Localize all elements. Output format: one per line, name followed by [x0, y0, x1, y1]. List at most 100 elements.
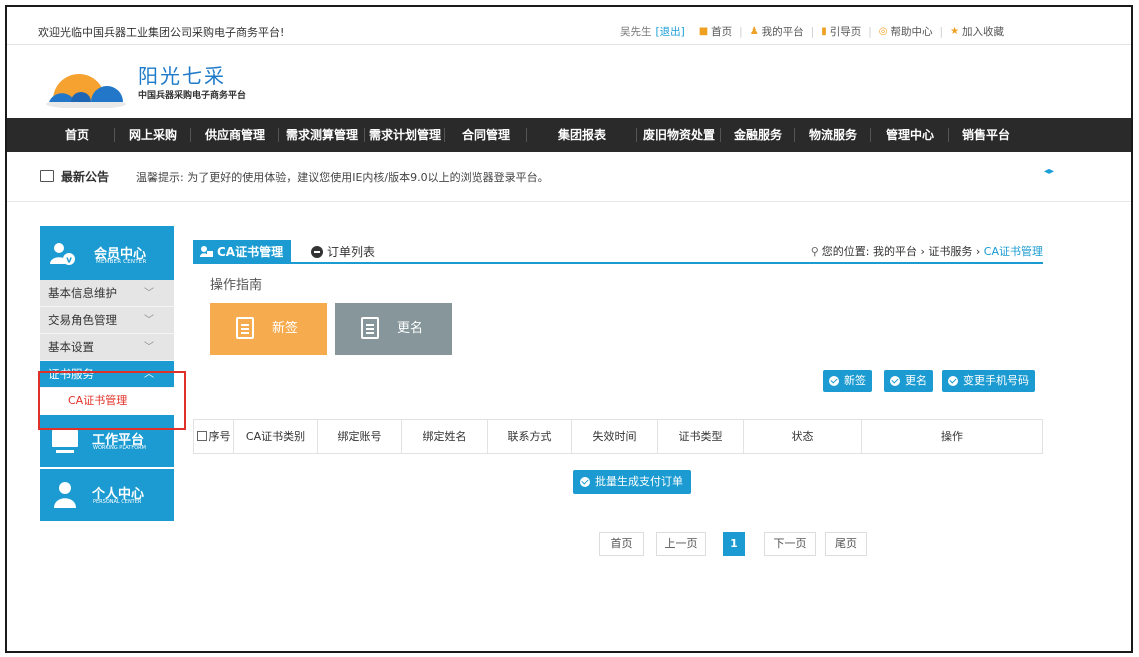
new-sign-small-label: 新签 [844, 374, 866, 387]
top-links: 吴先生 [退出] ■ 首页 | ♟ 我的平台 | ▮ 引导页 | ◎ 帮助中心 … [620, 24, 1004, 39]
chevron-down-icon: ﹀ [144, 342, 154, 353]
col-header-index: 序号 [194, 420, 234, 453]
minus-circle-icon [311, 246, 323, 258]
nav-item-demand-plan[interactable]: 需求计划管理 [365, 118, 445, 152]
nav-item-finance[interactable]: 金融服务 [721, 118, 795, 152]
page-first-button[interactable]: 首页 [599, 532, 644, 556]
sidebar-item-trade-role[interactable]: 交易角色管理 ﹀ [40, 307, 174, 334]
svg-text:v: v [66, 256, 72, 266]
nav-item-online-purchase[interactable]: 网上采购 [115, 118, 191, 152]
page-prev-button[interactable]: 上一页 [656, 532, 706, 556]
check-circle-icon [890, 376, 900, 386]
logout-link[interactable]: [退出] [656, 24, 685, 39]
monitor-icon [52, 430, 78, 453]
top-link-guide[interactable]: 引导页 [830, 24, 862, 39]
personal-center-sub: PERSONAL CENTER [93, 499, 142, 505]
col-header-account: 绑定账号 [318, 420, 402, 453]
personal-center-block[interactable]: 个人中心 PERSONAL CENTER [40, 467, 174, 521]
announcement-icon [40, 170, 54, 182]
notice-bar: 最新公告 温馨提示: 为了更好的使用体验，建议您使用IE内核/版本9.0以上的浏… [7, 152, 1131, 202]
main-nav: 首页 网上采购 供应商管理 需求测算管理 需求计划管理 合同管理 集团报表 废旧… [7, 118, 1131, 152]
col-header-cert-type: 证书类型 [658, 420, 744, 453]
select-all-checkbox[interactable] [196, 431, 207, 441]
col-index-label: 序号 [208, 430, 231, 443]
member-center-header[interactable]: v 会员中心 MEMBER CENTER [40, 226, 174, 280]
nav-item-contract[interactable]: 合同管理 [445, 118, 527, 152]
help-icon: ◎ [878, 26, 888, 37]
change-phone-button[interactable]: 变更手机号码 [942, 370, 1035, 392]
top-link-home[interactable]: 首页 [711, 24, 732, 39]
divider: | [810, 25, 815, 38]
star-icon: ★ [950, 26, 960, 37]
col-header-expire: 失效时间 [572, 420, 658, 453]
guide-icon: ▮ [821, 26, 827, 37]
cert-table-header: 序号 CA证书类别 绑定账号 绑定姓名 联系方式 失效时间 证书类型 状态 操作 [193, 419, 1043, 454]
batch-payment-label: 批量生成支付订单 [595, 475, 683, 488]
sidebar-item-label: 交易角色管理 [48, 313, 117, 327]
work-platform-sub: WORKING PLATFORM [93, 445, 146, 451]
nav-item-sales[interactable]: 销售平台 [949, 118, 1023, 152]
check-circle-icon [829, 376, 839, 386]
top-link-my-platform[interactable]: 我的平台 [762, 24, 804, 39]
nav-item-supplier[interactable]: 供应商管理 [191, 118, 279, 152]
location-pin-icon: ⚲ [810, 245, 819, 258]
col-header-actions: 操作 [941, 430, 963, 443]
page-last-button[interactable]: 尾页 [825, 532, 867, 556]
home-icon: ■ [698, 26, 709, 37]
col-header-status: 状态 [744, 420, 862, 453]
breadcrumb-current[interactable]: CA证书管理 [984, 245, 1043, 258]
notice-title: 最新公告 [61, 170, 110, 184]
logo-title: 阳光七采 [138, 64, 226, 88]
breadcrumb: ⚲ 您的位置: 我的平台 › 证书服务 › CA证书管理 [811, 243, 1043, 259]
person-icon [54, 482, 76, 508]
nav-item-demand-calc[interactable]: 需求测算管理 [279, 118, 365, 152]
nav-item-home[interactable]: 首页 [39, 118, 115, 152]
change-phone-label: 变更手机号码 [963, 374, 1029, 387]
new-sign-button[interactable]: 新签 [823, 370, 872, 392]
edit-document-icon [361, 317, 379, 339]
divider: | [939, 25, 944, 38]
divider: | [868, 25, 872, 38]
logo-subtitle: 中国兵器采购电子商务平台 [138, 91, 247, 101]
welcome-text: 欢迎光临中国兵器工业集团公司采购电子商务平台! [38, 26, 285, 39]
chevron-down-icon: ﹀ [144, 288, 154, 299]
nav-item-disposal[interactable]: 废旧物资处置 [637, 118, 721, 152]
rename-big-button[interactable]: 更名 [335, 303, 452, 355]
member-center-sub: MEMBER CENTER [96, 259, 147, 265]
member-icon: v [50, 243, 75, 266]
sidebar-item-label: 基本信息维护 [48, 286, 117, 300]
nav-item-report[interactable]: 集团报表 [527, 118, 637, 152]
col-header-cert-category: CA证书类别 [234, 420, 318, 453]
sidebar-item-basic-settings[interactable]: 基本设置 ﹀ [40, 334, 174, 361]
new-sign-big-button[interactable]: 新签 [210, 303, 327, 355]
breadcrumb-prefix: 您的位置: 我的平台 › 证书服务 › [821, 245, 984, 258]
nav-item-logistics[interactable]: 物流服务 [795, 118, 871, 152]
top-bar: 欢迎光临中国兵器工业集团公司采购电子商务平台! 吴先生 [退出] ■ 首页 | … [7, 7, 1131, 45]
guide-title: 操作指南 [210, 278, 263, 293]
notice-scroll-arrows-icon[interactable]: ◂▸ [1044, 166, 1054, 177]
check-circle-icon [948, 376, 958, 386]
col-header-contact: 联系方式 [488, 420, 572, 453]
site-logo[interactable]: 阳光七采 中国兵器采购电子商务平台 [45, 54, 285, 109]
rename-small-label: 更名 [905, 374, 927, 387]
user-icon: ♟ [749, 26, 759, 37]
notice-text: 温馨提示: 为了更好的使用体验，建议您使用IE内核/版本9.0以上的浏览器登录平… [136, 171, 549, 184]
top-link-help[interactable]: 帮助中心 [891, 24, 933, 39]
sidebar-item-basic-info[interactable]: 基本信息维护 ﹀ [40, 280, 174, 307]
top-link-favorite[interactable]: 加入收藏 [962, 24, 1004, 39]
chevron-down-icon: ﹀ [144, 315, 154, 326]
cert-icon [200, 246, 213, 257]
new-sign-label: 新签 [272, 321, 299, 336]
browser-frame: 欢迎光临中国兵器工业集团公司采购电子商务平台! 吴先生 [退出] ■ 首页 | … [5, 5, 1133, 653]
tab-ca-cert[interactable]: CA证书管理 [193, 240, 292, 264]
rename-label: 更名 [397, 321, 424, 336]
page-current[interactable]: 1 [723, 532, 745, 556]
user-name: 吴先生 [620, 26, 652, 38]
tab-order-list[interactable]: 订单列表 [311, 240, 375, 264]
col-header-name: 绑定姓名 [402, 420, 488, 453]
sidebar-item-label: 基本设置 [48, 340, 94, 354]
page-next-button[interactable]: 下一页 [764, 532, 816, 556]
nav-item-admin[interactable]: 管理中心 [871, 118, 949, 152]
rename-button[interactable]: 更名 [884, 370, 933, 392]
batch-payment-button[interactable]: 批量生成支付订单 [573, 470, 691, 494]
